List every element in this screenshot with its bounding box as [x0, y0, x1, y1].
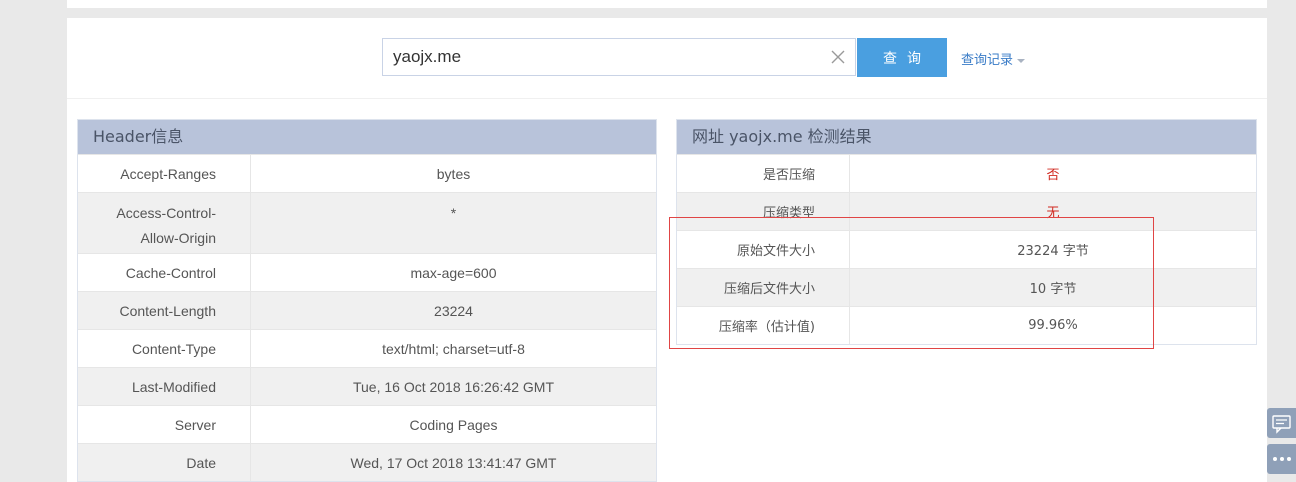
table-row: 压缩率（估计值) 99.96%: [677, 306, 1256, 344]
result-value: 无: [849, 192, 1256, 231]
history-dropdown[interactable]: 查询记录: [961, 49, 1026, 68]
result-key: 压缩类型: [677, 192, 850, 231]
header-value: max-age=600: [250, 253, 656, 292]
more-dots-icon: [1273, 457, 1291, 461]
result-key: 原始文件大小: [677, 230, 850, 269]
header-key: Last-Modified: [78, 367, 251, 406]
search-input[interactable]: [382, 38, 856, 76]
header-key-line: Access-Control-: [116, 205, 216, 221]
chat-icon: [1272, 415, 1291, 434]
result-value: 10 字节: [849, 268, 1256, 307]
header-key: Date: [78, 443, 251, 481]
table-row: Content-Type text/html; charset=utf-8: [78, 329, 656, 368]
result-value: 否: [849, 154, 1256, 193]
main-card: 查询 查询记录 Header信息 Accept-Ranges bytes Acc…: [67, 18, 1267, 482]
result-key: 压缩率（估计值): [677, 306, 850, 344]
table-row: Content-Length 23224: [78, 291, 656, 330]
header-key: Content-Length: [78, 291, 251, 330]
header-key-line: Allow-Origin: [140, 230, 216, 246]
header-value: *: [250, 192, 656, 254]
header-key: Cache-Control: [78, 253, 251, 292]
close-icon[interactable]: [829, 48, 847, 66]
result-value: 99.96%: [849, 306, 1256, 344]
header-value: bytes: [250, 154, 656, 193]
table-row: 原始文件大小 23224 字节: [677, 230, 1256, 269]
result-panel: 网址 yaojx.me 检测结果 是否压缩 否 压缩类型 无 原始文件大小 23…: [676, 119, 1257, 345]
table-row: Cache-Control max-age=600: [78, 253, 656, 292]
header-value: text/html; charset=utf-8: [250, 329, 656, 368]
previous-section: [67, 0, 1267, 8]
header-key: Accept-Ranges: [78, 154, 251, 193]
history-label: 查询记录: [961, 53, 1014, 68]
header-key: Server: [78, 405, 251, 444]
panel-title: 网址 yaojx.me 检测结果: [677, 120, 1256, 154]
chevron-down-icon: [1017, 58, 1026, 63]
table-row: Last-Modified Tue, 16 Oct 2018 16:26:42 …: [78, 367, 656, 406]
table-row: 压缩类型 无: [677, 192, 1256, 231]
header-table: Accept-Ranges bytes Access-Control- Allow…: [78, 154, 656, 481]
header-value: 23224: [250, 291, 656, 330]
search-button[interactable]: 查询: [857, 38, 947, 77]
table-row: 是否压缩 否: [677, 154, 1256, 193]
header-info-panel: Header信息 Accept-Ranges bytes Access-Cont…: [77, 119, 657, 482]
table-row: Date Wed, 17 Oct 2018 13:41:47 GMT: [78, 443, 656, 481]
panel-title: Header信息: [78, 120, 656, 154]
header-value: Coding Pages: [250, 405, 656, 444]
search-bar: 查询 查询记录: [67, 18, 1267, 99]
result-value: 23224 字节: [849, 230, 1256, 269]
table-row: Server Coding Pages: [78, 405, 656, 444]
header-value: Tue, 16 Oct 2018 16:26:42 GMT: [250, 367, 656, 406]
header-key: Content-Type: [78, 329, 251, 368]
table-row: 压缩后文件大小 10 字节: [677, 268, 1256, 307]
more-button[interactable]: [1267, 444, 1296, 474]
result-key: 压缩后文件大小: [677, 268, 850, 307]
header-value: Wed, 17 Oct 2018 13:41:47 GMT: [250, 443, 656, 481]
result-key: 是否压缩: [677, 154, 850, 193]
table-row: Access-Control- Allow-Origin *: [78, 192, 656, 254]
feedback-button[interactable]: [1267, 408, 1296, 438]
table-row: Accept-Ranges bytes: [78, 154, 656, 193]
header-key: Access-Control- Allow-Origin: [78, 192, 251, 254]
result-table: 是否压缩 否 压缩类型 无 原始文件大小 23224 字节 压缩后文件大小 10…: [677, 154, 1256, 344]
